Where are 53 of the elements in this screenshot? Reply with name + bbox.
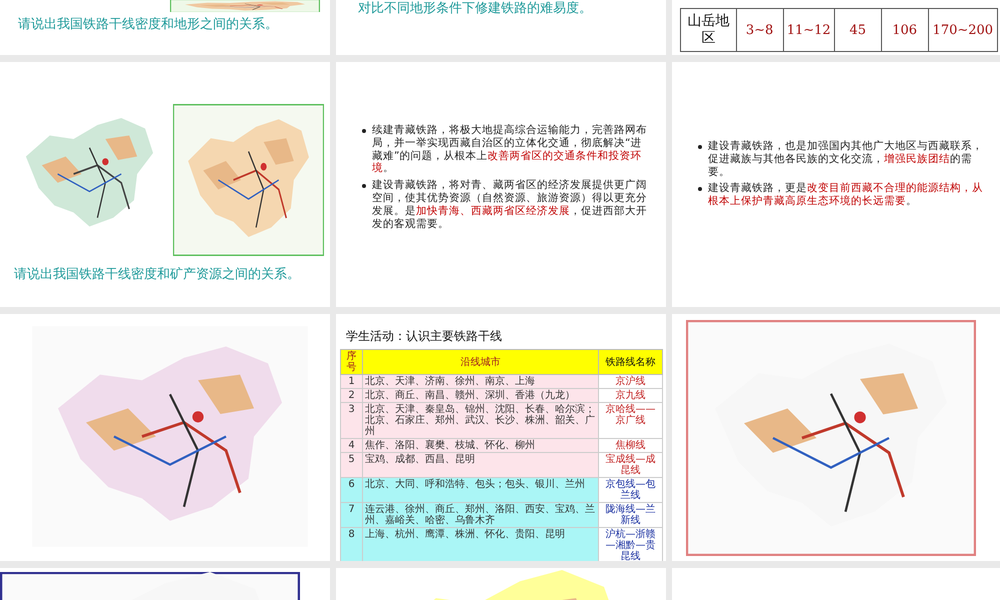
bullet-text: 建设青藏铁路，也是加强国内其他广大地区与西藏联系，促进藏族与其他各民族的文化交流，增强民族团结的需要。: [708, 140, 984, 178]
table-cell: 京沪线: [598, 374, 662, 388]
table-cell: 山岳地区: [680, 8, 736, 52]
slide-thumbnail[interactable]: [336, 314, 666, 561]
table-cell: 北京、天津、济南、徐州、南京、上海: [362, 374, 598, 388]
table-cell: 3: [340, 402, 362, 438]
table-cell: 北京、大同、呼和浩特、包头；包头、银川、兰州: [362, 478, 598, 502]
table-cell: 上海、杭州、鹰潭、株洲、怀化、贵阳、昆明: [362, 528, 598, 561]
table-cell: 1: [340, 374, 362, 388]
slide-title: 学生活动：认识主要铁路干线: [345, 328, 503, 345]
slide-caption: 对比不同地形条件下修建铁路的难易度。: [358, 0, 592, 17]
bullet-icon: [698, 187, 702, 192]
slide-thumbnail[interactable]: 建设青藏铁路，也是加强国内其他广大地区与西藏联系，促进藏族与其他各民族的文化交流，增强民族团结的需要。 建设青藏铁路，更是改变目前西藏不合理的能源结构，从根本上保护青藏高原生态环境的长远需要。: [672, 62, 1000, 307]
bullet-icon: [362, 184, 366, 188]
bullet-icon: [362, 129, 366, 133]
table-cell: 陇海线—兰新线: [598, 502, 662, 528]
slide-thumbnail[interactable]: 续建青藏铁路，将极大地提高综合运输能力，完善路网布局，并一举实现西藏自治区的立体化交通，彻底解决“进藏难”的问题，从根本上改善两省区的交通条件和投资环境。 建设青藏铁路，将对青、藏两省区的经济发展提供更广阔空间，使其优势资源（自然资源、旅游资源）得以更充分发展。是加快青海、西藏两省区经济发展，促进西部大开发的客观需要。: [336, 62, 666, 307]
table-cell: 京包线—包兰线: [598, 478, 662, 502]
table-cell: 3~8: [736, 8, 784, 52]
bullet-text: 建设青藏铁路，将对青、藏两省区的经济发展提供更广阔空间，使其优势资源（自然资源、旅游资源）得以更充分发展。是加快青海、西藏两省区经济发展，促进西部大开发的客观需要。: [372, 179, 648, 230]
table-cell: 8: [340, 528, 362, 561]
table-cell: 宝成线—成昆线: [598, 452, 662, 478]
slide-thumbnail[interactable]: [0, 314, 330, 561]
slide-caption: 请说出我国铁路干线密度和矿产资源之间的关系。: [14, 266, 300, 283]
slide-thumbnail[interactable]: [0, 568, 330, 600]
table-cell: 106: [881, 8, 928, 52]
column-header: 铁路线名称: [598, 350, 662, 374]
table-cell: 5: [340, 452, 362, 478]
table-cell: 京九线: [598, 388, 662, 402]
table-cell: 连云港、徐州、商丘、郑州、洛阳、西安、宝鸡、兰州、嘉峪关、哈密、乌鲁木齐: [362, 502, 598, 528]
table-cell: 北京、商丘、南昌、赣州、深圳、香港（九龙）: [362, 388, 598, 402]
slide-caption: 请说出我国铁路干线密度和地形之间的关系。: [18, 16, 278, 33]
table-cell: 7: [340, 502, 362, 528]
slide-thumbnail[interactable]: [672, 314, 1000, 561]
slide-thumbnail[interactable]: 山岳地区 3~8 11~12 45 106 170~200: [672, 0, 1000, 55]
table-cell: 11~12: [783, 8, 834, 52]
table-cell: 焦柳线: [598, 438, 662, 452]
table-cell: 沪杭—浙赣—湘黔—贵昆线: [598, 528, 662, 561]
table-cell: 170~200: [928, 8, 998, 52]
slide-thumbnail[interactable]: [336, 568, 666, 600]
table-cell: 4: [340, 438, 362, 452]
bullet-icon: [698, 145, 702, 149]
column-header: 序号: [340, 350, 362, 374]
table-cell: 焦作、洛阳、襄樊、枝城、怀化、柳州: [362, 438, 598, 452]
bullet-text: 建设青藏铁路，更是改变目前西藏不合理的能源结构，从根本上保护青藏高原生态环境的长远需要。: [708, 182, 984, 208]
table-cell: 6: [340, 478, 362, 502]
table-cell: 北京、天津、秦皇岛、锦州、沈阳、长春、哈尔滨；北京、石家庄、郑州、武汉、长沙、株洲、韶关、广州: [362, 402, 598, 438]
bullet-text: 续建青藏铁路，将极大地提高综合运输能力，完善路网布局，并一举实现西藏自治区的立体化交通，彻底解决“进藏难”的问题，从根本上改善两省区的交通条件和投资环境。: [372, 124, 648, 176]
table-cell: 京哈线——京广线: [598, 402, 662, 438]
table-cell: 45: [834, 8, 882, 52]
table-cell: 宝鸡、成都、西昌、昆明: [362, 452, 598, 478]
column-header: 沿线城市: [362, 350, 598, 374]
table-cell: 2: [340, 388, 362, 402]
